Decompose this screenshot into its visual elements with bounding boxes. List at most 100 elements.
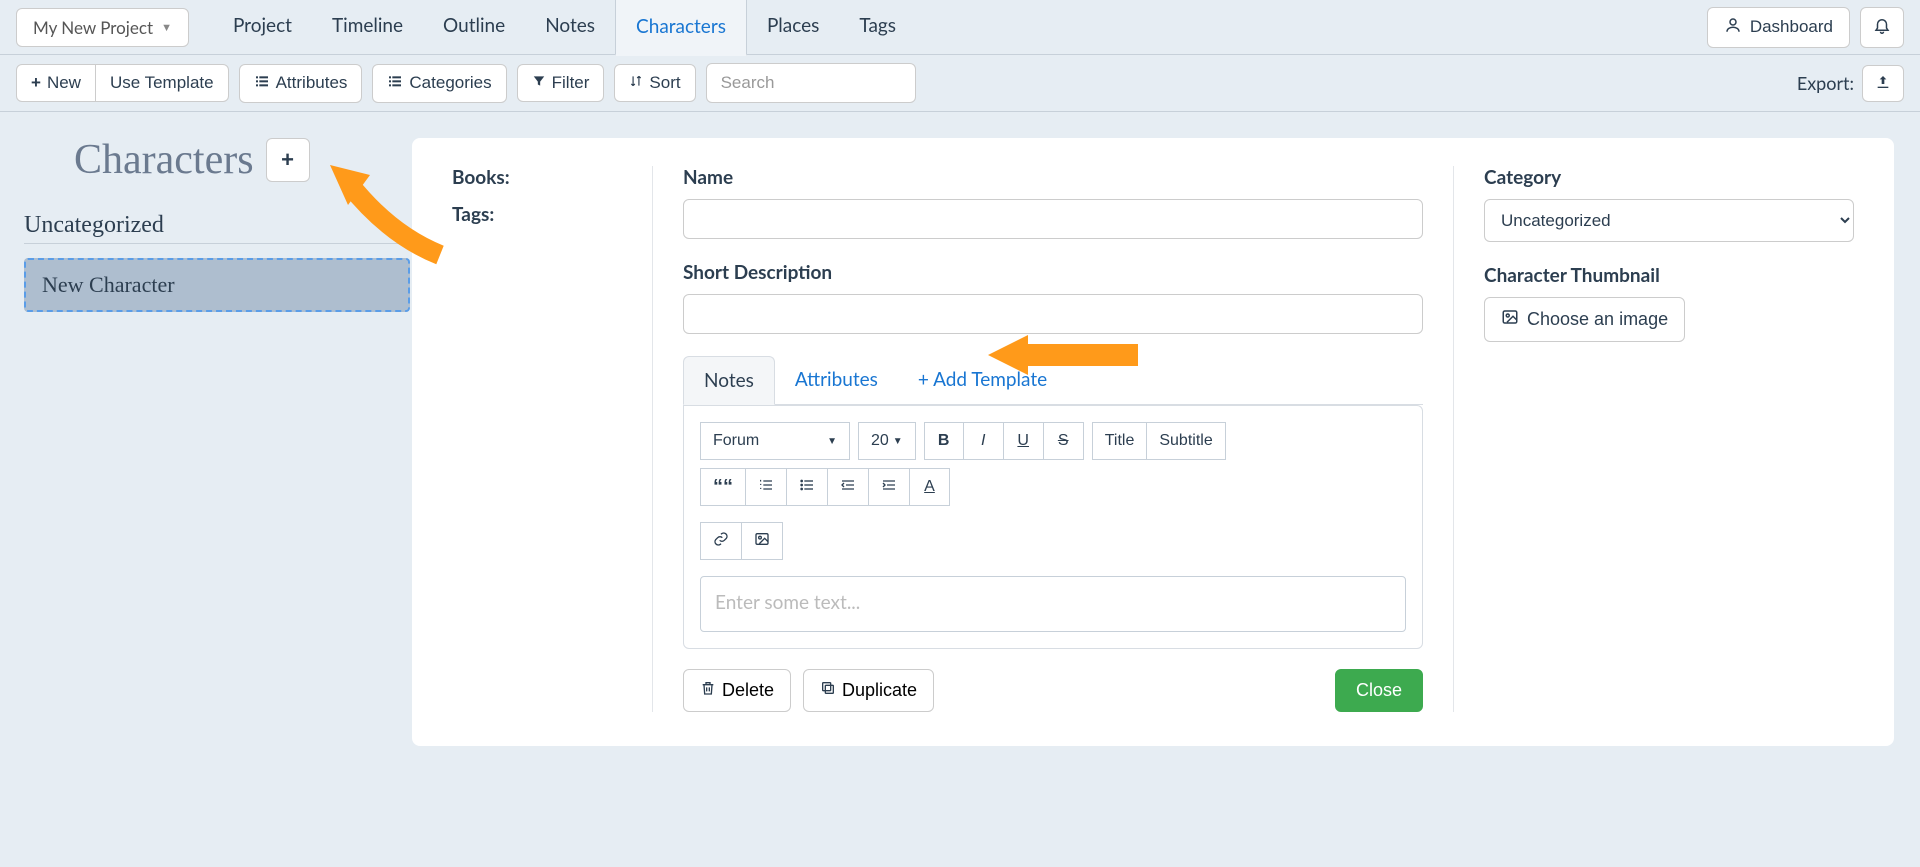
new-label: New — [47, 73, 81, 93]
category-heading: Uncategorized — [24, 212, 410, 244]
quote-icon: ““ — [713, 476, 733, 499]
bold-button[interactable]: B — [924, 422, 964, 460]
character-name: New Character — [42, 272, 175, 297]
image-button[interactable] — [742, 522, 783, 560]
filter-icon — [532, 73, 546, 93]
category-select[interactable]: Uncategorized — [1484, 199, 1854, 242]
thumbnail-label: Character Thumbnail — [1484, 264, 1854, 287]
nav-tabs: ProjectTimelineOutlineNotesCharactersPla… — [213, 0, 916, 56]
duplicate-icon — [820, 680, 836, 701]
subtitle-style-button[interactable]: Subtitle — [1147, 422, 1225, 460]
caret-down-icon: ▼ — [827, 436, 837, 447]
choose-image-button[interactable]: Choose an image — [1484, 297, 1685, 342]
export-icon — [1875, 78, 1891, 93]
list-icon — [387, 73, 403, 94]
short-desc-input[interactable] — [683, 294, 1423, 334]
text-color-button[interactable]: A — [910, 468, 950, 506]
strike-icon: S — [1058, 432, 1069, 450]
sidebar: Characters + Uncategorized New Character — [0, 112, 410, 772]
quote-button[interactable]: ““ — [700, 468, 746, 506]
detail-panel: Books: Tags: Name Short Description Note… — [412, 138, 1894, 746]
close-button[interactable]: Close — [1335, 669, 1423, 712]
title-style-button[interactable]: Title — [1092, 422, 1148, 460]
underline-button[interactable]: U — [1004, 422, 1044, 460]
nav-tab-tags[interactable]: Tags — [839, 0, 916, 56]
strike-button[interactable]: S — [1044, 422, 1084, 460]
sort-button[interactable]: Sort — [614, 64, 695, 102]
new-button[interactable]: + New — [16, 64, 96, 102]
bullet-list-icon — [799, 477, 815, 498]
use-template-button[interactable]: Use Template — [96, 64, 229, 102]
outdent-icon — [840, 477, 856, 498]
top-bar: My New Project ▼ ProjectTimelineOutlineN… — [0, 0, 1920, 55]
name-label: Name — [683, 166, 1423, 189]
detail-tabs: Notes Attributes + Add Template — [683, 356, 1423, 405]
link-button[interactable] — [700, 522, 742, 560]
sort-label: Sort — [649, 73, 680, 93]
nav-tab-timeline[interactable]: Timeline — [312, 0, 423, 56]
user-icon — [1724, 16, 1742, 39]
nav-tab-places[interactable]: Places — [747, 0, 839, 56]
use-template-label: Use Template — [110, 73, 214, 93]
delete-button[interactable]: Delete — [683, 669, 791, 712]
filter-label: Filter — [552, 73, 590, 93]
underline-icon: U — [1017, 432, 1029, 450]
character-list-item[interactable]: New Character — [24, 258, 410, 312]
nav-tab-project[interactable]: Project — [213, 0, 312, 56]
nav-tab-notes[interactable]: Notes — [525, 0, 615, 56]
tab-notes[interactable]: Notes — [683, 356, 775, 405]
delete-label: Delete — [722, 680, 774, 701]
text-color-icon: A — [924, 478, 935, 496]
nav-tab-characters[interactable]: Characters — [615, 0, 747, 56]
italic-icon: I — [981, 432, 985, 450]
short-desc-label: Short Description — [683, 261, 1423, 284]
link-icon — [713, 531, 729, 552]
choose-image-label: Choose an image — [1527, 309, 1668, 330]
project-name: My New Project — [33, 17, 153, 38]
nav-tab-outline[interactable]: Outline — [423, 0, 525, 56]
tab-add-template[interactable]: + Add Template — [898, 356, 1067, 404]
plus-icon: + — [31, 73, 41, 93]
outdent-button[interactable] — [828, 468, 869, 506]
unordered-list-button[interactable] — [787, 468, 828, 506]
tab-attributes[interactable]: Attributes — [775, 356, 898, 404]
main-area: Characters + Uncategorized New Character… — [0, 112, 1920, 772]
sidebar-title: Characters — [74, 136, 254, 184]
filter-button[interactable]: Filter — [517, 64, 605, 102]
image-icon — [754, 531, 770, 552]
list-icon — [254, 73, 270, 94]
tags-label: Tags: — [452, 203, 652, 226]
attributes-button[interactable]: Attributes — [239, 64, 363, 103]
meta-column: Books: Tags: — [452, 166, 652, 712]
font-select[interactable]: Forum ▼ — [700, 422, 850, 460]
project-dropdown[interactable]: My New Project ▼ — [16, 8, 189, 47]
editor-textarea[interactable]: Enter some text... — [700, 576, 1406, 632]
notifications-button[interactable] — [1860, 7, 1904, 48]
name-input[interactable] — [683, 199, 1423, 239]
ordered-list-icon — [758, 477, 774, 498]
export-label: Export: — [1797, 72, 1854, 94]
add-character-button[interactable]: + — [266, 138, 310, 182]
dashboard-label: Dashboard — [1750, 17, 1833, 37]
duplicate-button[interactable]: Duplicate — [803, 669, 934, 712]
sort-icon — [629, 73, 643, 93]
caret-down-icon: ▼ — [893, 436, 903, 447]
search-input[interactable] — [706, 63, 916, 103]
ordered-list-button[interactable] — [746, 468, 787, 506]
category-label: Category — [1484, 166, 1854, 189]
indent-icon — [881, 477, 897, 498]
dashboard-button[interactable]: Dashboard — [1707, 7, 1850, 48]
trash-icon — [700, 680, 716, 701]
font-size-select[interactable]: 20 ▼ — [858, 422, 916, 460]
export-button[interactable] — [1862, 65, 1904, 102]
image-icon — [1501, 308, 1519, 331]
editor-placeholder: Enter some text... — [715, 591, 860, 614]
indent-button[interactable] — [869, 468, 910, 506]
font-size: 20 — [871, 432, 889, 450]
bold-icon: B — [938, 432, 950, 450]
italic-button[interactable]: I — [964, 422, 1004, 460]
bell-icon — [1873, 19, 1891, 38]
toolbar: + New Use Template Attributes Categories… — [0, 55, 1920, 112]
categories-button[interactable]: Categories — [372, 64, 506, 103]
attributes-label: Attributes — [276, 73, 348, 93]
